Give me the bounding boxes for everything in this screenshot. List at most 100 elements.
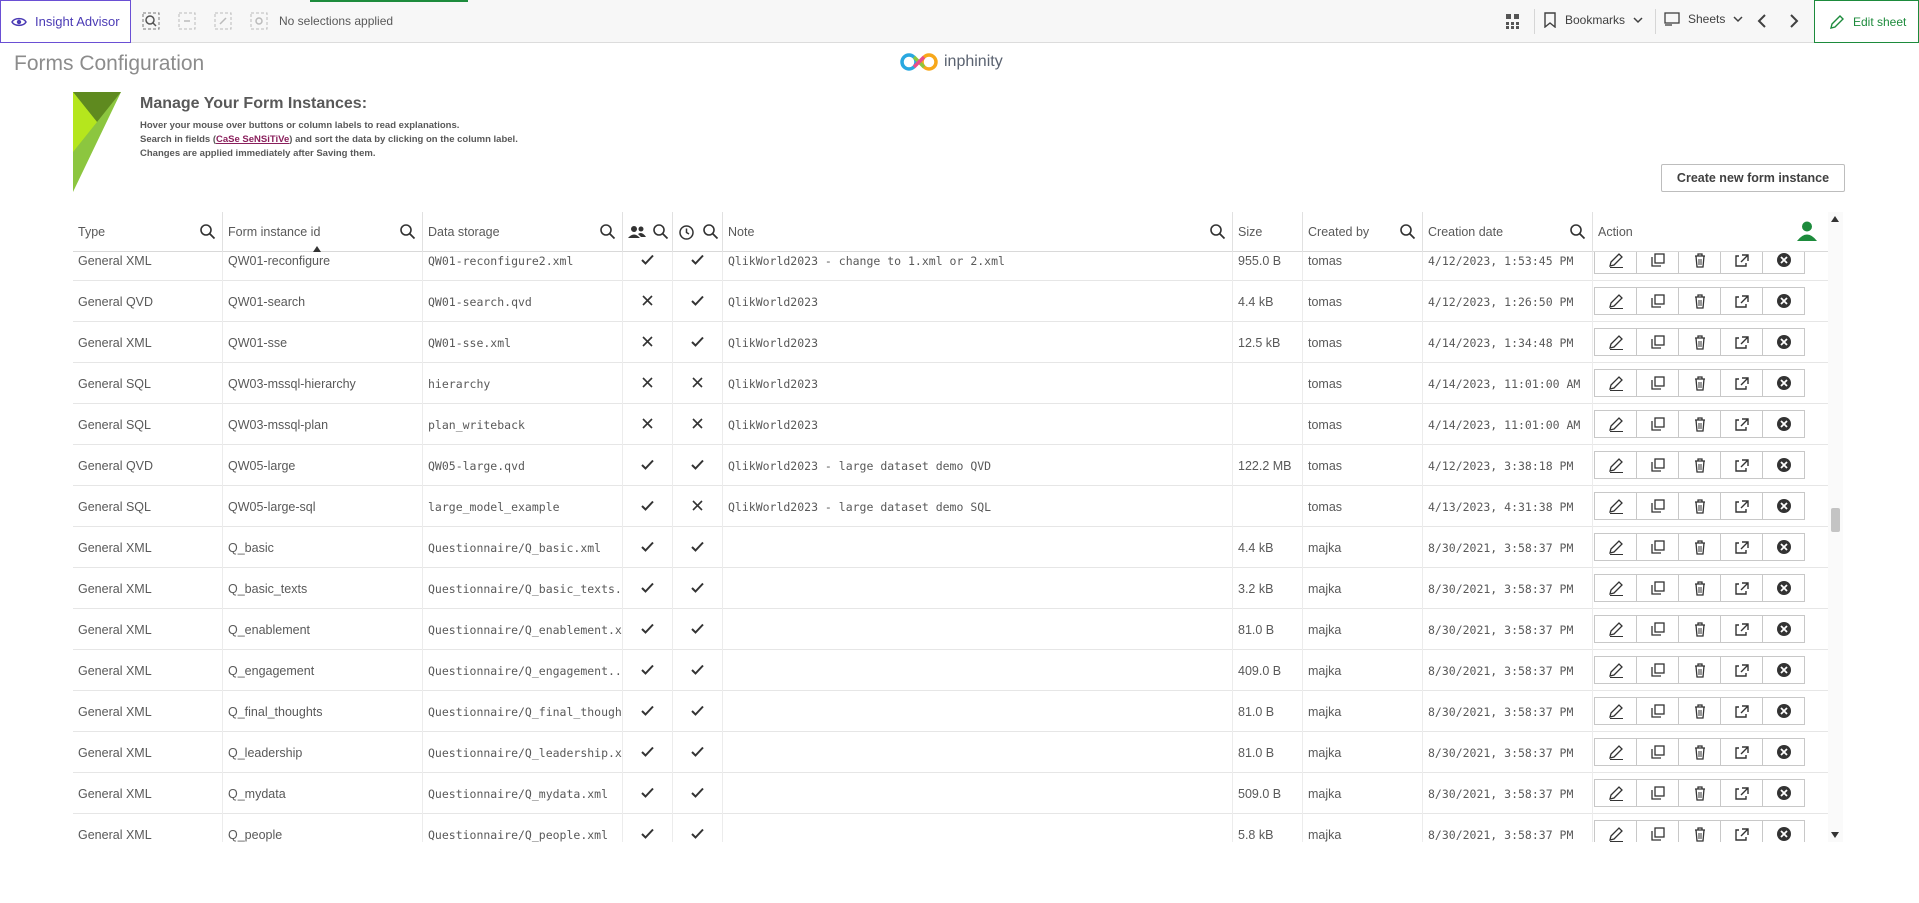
edit-button[interactable] (1594, 697, 1637, 725)
duplicate-button[interactable] (1636, 328, 1679, 356)
edit-sheet-button[interactable]: Edit sheet (1814, 0, 1919, 43)
delete-button[interactable] (1678, 328, 1721, 356)
next-sheet-icon[interactable] (1784, 12, 1802, 30)
remove-button[interactable] (1762, 287, 1805, 315)
delete-button[interactable] (1678, 820, 1721, 842)
duplicate-button[interactable] (1636, 287, 1679, 315)
delete-button[interactable] (1678, 451, 1721, 479)
step-forward-icon[interactable] (214, 12, 232, 30)
grid-icon[interactable] (1504, 12, 1522, 30)
remove-button[interactable] (1762, 252, 1805, 274)
export-button[interactable] (1720, 574, 1763, 602)
table-row[interactable]: General XML Q_leadership Questionnaire/Q_l… (73, 732, 1843, 773)
export-button[interactable] (1720, 451, 1763, 479)
column-header-note[interactable]: Note (723, 212, 1233, 252)
bookmarks-button[interactable]: Bookmarks (1543, 12, 1643, 28)
duplicate-button[interactable] (1636, 656, 1679, 684)
edit-button[interactable] (1594, 533, 1637, 561)
column-header-storage[interactable]: Data storage (423, 212, 623, 252)
search-icon[interactable] (1569, 223, 1586, 240)
remove-button[interactable] (1762, 697, 1805, 725)
duplicate-button[interactable] (1636, 779, 1679, 807)
delete-button[interactable] (1678, 697, 1721, 725)
table-row[interactable]: General XML Q_enablement Questionnaire/Q_e… (73, 609, 1843, 650)
delete-button[interactable] (1678, 615, 1721, 643)
search-icon[interactable] (1399, 223, 1416, 240)
export-button[interactable] (1720, 697, 1763, 725)
delete-button[interactable] (1678, 738, 1721, 766)
remove-button[interactable] (1762, 779, 1805, 807)
remove-button[interactable] (1762, 410, 1805, 438)
delete-button[interactable] (1678, 574, 1721, 602)
duplicate-button[interactable] (1636, 369, 1679, 397)
export-button[interactable] (1720, 369, 1763, 397)
export-button[interactable] (1720, 287, 1763, 315)
search-icon[interactable] (199, 223, 216, 240)
table-row[interactable]: General XML Q_basic_texts Questionnaire/Q_… (73, 568, 1843, 609)
delete-button[interactable] (1678, 533, 1721, 561)
duplicate-button[interactable] (1636, 574, 1679, 602)
remove-button[interactable] (1762, 369, 1805, 397)
search-icon[interactable] (702, 223, 719, 240)
remove-button[interactable] (1762, 738, 1805, 766)
table-row[interactable]: General XML Q_mydata Questionnaire/Q_mydat… (73, 773, 1843, 814)
duplicate-button[interactable] (1636, 615, 1679, 643)
table-row[interactable]: General QVD QW01-search QW01-search.qvd Qli… (73, 281, 1843, 322)
edit-button[interactable] (1594, 287, 1637, 315)
delete-button[interactable] (1678, 369, 1721, 397)
sheets-button[interactable]: Sheets (1664, 12, 1743, 26)
search-icon[interactable] (1209, 223, 1226, 240)
person-add-icon[interactable] (1796, 220, 1818, 242)
edit-button[interactable] (1594, 574, 1637, 602)
remove-button[interactable] (1762, 656, 1805, 684)
table-row[interactable]: General SQL QW05-large-sql large_model_exa… (73, 486, 1843, 527)
duplicate-button[interactable] (1636, 492, 1679, 520)
edit-button[interactable] (1594, 369, 1637, 397)
table-row[interactable]: General XML QW01-reconfigure QW01-reconfig… (73, 252, 1843, 281)
export-button[interactable] (1720, 410, 1763, 438)
column-header-form-id[interactable]: Form instance id (223, 212, 423, 252)
duplicate-button[interactable] (1636, 533, 1679, 561)
search-icon[interactable] (399, 223, 416, 240)
edit-button[interactable] (1594, 615, 1637, 643)
delete-button[interactable] (1678, 492, 1721, 520)
table-row[interactable]: General QVD QW05-large QW05-large.qvd QlikW… (73, 445, 1843, 486)
export-button[interactable] (1720, 492, 1763, 520)
table-row[interactable]: General SQL QW03-mssql-hierarchy hierarchy… (73, 363, 1843, 404)
search-icon[interactable] (599, 223, 616, 240)
remove-button[interactable] (1762, 492, 1805, 520)
duplicate-button[interactable] (1636, 252, 1679, 274)
remove-button[interactable] (1762, 820, 1805, 842)
table-row[interactable]: General XML Q_engagement Questionnaire/Q_e… (73, 650, 1843, 691)
delete-button[interactable] (1678, 287, 1721, 315)
edit-button[interactable] (1594, 820, 1637, 842)
search-icon[interactable] (652, 223, 669, 240)
column-header-created-by[interactable]: Created by (1303, 212, 1423, 252)
export-button[interactable] (1720, 533, 1763, 561)
delete-button[interactable] (1678, 656, 1721, 684)
export-button[interactable] (1720, 328, 1763, 356)
export-button[interactable] (1720, 615, 1763, 643)
table-scrollbar[interactable] (1828, 212, 1843, 842)
column-header-history[interactable] (673, 212, 723, 252)
edit-button[interactable] (1594, 451, 1637, 479)
insight-advisor-button[interactable]: Insight Advisor (0, 0, 131, 43)
edit-button[interactable] (1594, 779, 1637, 807)
table-row[interactable]: General XML QW01-sse QW01-sse.xml QlikWorld… (73, 322, 1843, 363)
export-button[interactable] (1720, 252, 1763, 274)
table-row[interactable]: General XML Q_basic Questionnaire/Q_basic.… (73, 527, 1843, 568)
remove-button[interactable] (1762, 533, 1805, 561)
create-form-instance-button[interactable]: Create new form instance (1661, 164, 1845, 192)
duplicate-button[interactable] (1636, 697, 1679, 725)
step-back-icon[interactable] (178, 12, 196, 30)
edit-button[interactable] (1594, 410, 1637, 438)
edit-button[interactable] (1594, 328, 1637, 356)
delete-button[interactable] (1678, 779, 1721, 807)
export-button[interactable] (1720, 820, 1763, 842)
remove-button[interactable] (1762, 574, 1805, 602)
duplicate-button[interactable] (1636, 451, 1679, 479)
table-row[interactable]: General XML Q_final_thoughts Questionnaire… (73, 691, 1843, 732)
export-button[interactable] (1720, 656, 1763, 684)
export-button[interactable] (1720, 779, 1763, 807)
previous-sheet-icon[interactable] (1754, 12, 1772, 30)
